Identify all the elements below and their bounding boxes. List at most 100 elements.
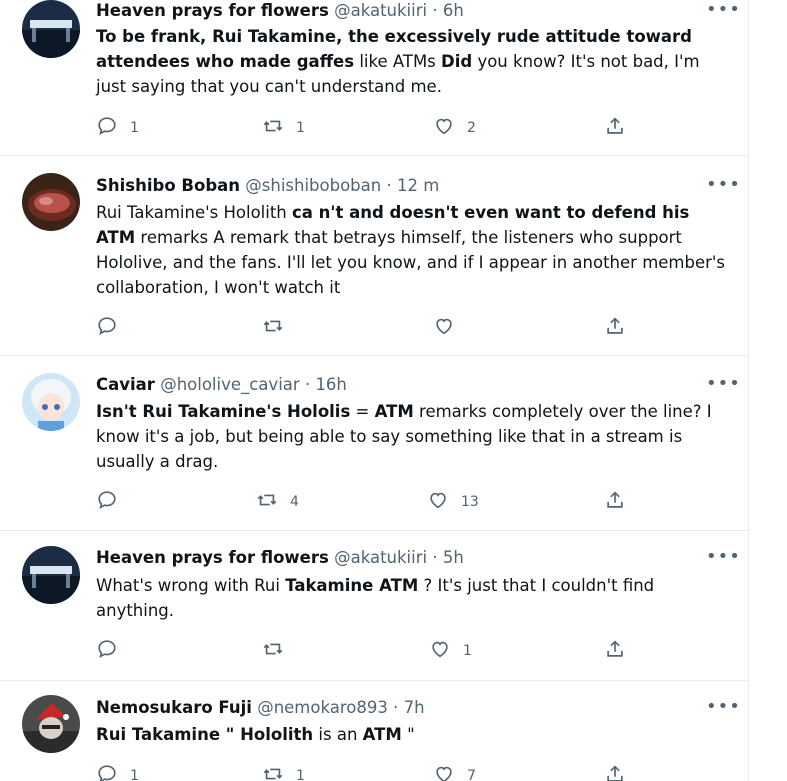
retweet-icon [262,638,284,664]
separator-dot: · [432,548,438,567]
text-fragment: is an [313,725,363,744]
tweet-header: Caviar @hololive_caviar · 16h [96,374,688,396]
text-fragment: What's wrong with Rui [96,576,286,595]
retweet-button[interactable] [262,316,296,340]
share-icon [604,489,626,515]
tweet[interactable]: Caviar @hololive_caviar · 16h ••• Isn't … [0,356,748,531]
tweet-header: Nemosukaro Fuji @nemokaro893 · 7h [96,697,688,719]
timestamp[interactable]: 5h [443,548,464,567]
text-fragment: Rui Takamine " [96,725,241,744]
share-button[interactable] [604,490,626,514]
tweet-actions: 4 13 [96,490,636,514]
display-name[interactable]: Nemosukaro Fuji [96,698,252,717]
handle[interactable]: @akatukiiri [334,548,427,567]
tweet-header: Heaven prays for flowers @akatukiiri · 6… [96,0,688,22]
tweet-header: Heaven prays for flowers @akatukiiri · 5… [96,547,688,569]
text-fragment: " [401,725,415,744]
reply-icon [96,315,118,341]
timestamp[interactable]: 7h [404,698,425,717]
retweet-count: 4 [290,494,299,510]
reply-icon [96,489,118,515]
like-count: 13 [461,494,479,510]
like-button[interactable]: 1 [429,639,472,663]
retweet-icon [262,763,284,781]
share-icon [604,638,626,664]
like-icon [429,638,451,664]
share-icon [604,763,626,781]
tweet-header: Shishibo Boban @shishiboboban · 12 m [96,175,688,197]
display-name[interactable]: Caviar [96,375,155,394]
reply-button[interactable] [96,639,130,663]
display-name[interactable]: Shishibo Boban [96,176,240,195]
retweet-icon [262,115,284,141]
more-options-icon[interactable]: ••• [706,176,740,196]
timeline-feed: Heaven prays for flowers @akatukiiri · 6… [0,0,749,781]
like-count: 7 [467,768,476,781]
reply-button[interactable]: 1 [96,764,139,781]
like-button[interactable] [433,316,467,340]
retweet-button[interactable] [262,639,296,663]
like-button[interactable]: 7 [433,764,476,781]
tweet-actions [96,316,636,340]
tweet-actions: 1 1 2 [96,116,636,140]
like-count: 2 [467,120,476,136]
timestamp[interactable]: 12 m [397,176,439,195]
avatar[interactable] [22,0,80,58]
more-options-icon[interactable]: ••• [706,698,740,718]
share-button[interactable] [604,116,626,140]
separator-dot: · [386,176,392,195]
reply-icon [96,763,118,781]
text-fragment: Isn't Rui Takamine's Hololis [96,402,351,421]
handle[interactable]: @shishiboboban [245,176,381,195]
reply-icon [96,638,118,664]
more-options-icon[interactable]: ••• [706,1,740,21]
tweet-actions: 1 1 7 [96,764,636,781]
like-icon [433,315,455,341]
handle[interactable]: @akatukiiri [334,1,427,20]
text-fragment: Rui Takamine's Hololith [96,203,293,222]
reply-count: 1 [130,120,139,136]
tweet[interactable]: Shishibo Boban @shishiboboban · 12 m •••… [0,156,748,356]
timestamp[interactable]: 16h [315,375,346,394]
share-button[interactable] [604,316,626,340]
display-name[interactable]: Heaven prays for flowers [96,548,329,567]
text-fragment: = [350,402,375,421]
like-icon [433,115,455,141]
avatar[interactable] [22,546,80,604]
share-button[interactable] [604,639,626,663]
tweet[interactable]: Heaven prays for flowers @akatukiiri · 6… [0,0,748,156]
tweet-actions: 1 [96,639,636,663]
like-button[interactable]: 2 [433,116,476,140]
text-fragment: ATM [362,725,402,744]
display-name[interactable]: Heaven prays for flowers [96,1,329,20]
like-button[interactable]: 13 [427,490,479,514]
reply-count: 1 [130,768,139,781]
text-fragment: like ATMs [354,52,442,71]
timestamp[interactable]: 6h [443,1,464,20]
more-options-icon[interactable]: ••• [706,548,740,568]
avatar[interactable] [22,173,80,231]
handle[interactable]: @nemokaro893 [257,698,388,717]
reply-icon [96,115,118,141]
tweet[interactable]: Heaven prays for flowers @akatukiiri · 5… [0,531,748,681]
handle[interactable]: @hololive_caviar [160,375,300,394]
reply-button[interactable] [96,316,130,340]
text-fragment: Hololith [240,725,314,744]
retweet-button[interactable]: 1 [262,116,305,140]
retweet-count: 1 [296,120,305,136]
reply-button[interactable]: 1 [96,116,139,140]
retweet-button[interactable]: 1 [262,764,305,781]
avatar[interactable] [22,695,80,753]
share-button[interactable] [604,764,626,781]
tweet[interactable]: Nemosukaro Fuji @nemokaro893 · 7h ••• Ru… [0,681,748,781]
tweet-text: What's wrong with Rui Takamine ATM ? It'… [96,573,726,623]
more-options-icon[interactable]: ••• [706,375,740,395]
tweet-text: Rui Takamine " Hololith is an ATM " [96,722,726,747]
separator-dot: · [393,698,399,717]
text-fragment: Takamine ATM [285,576,419,595]
reply-button[interactable] [96,490,130,514]
retweet-button[interactable]: 4 [256,490,299,514]
text-fragment: Did [441,52,473,71]
retweet-icon [262,315,284,341]
avatar[interactable] [22,373,80,431]
